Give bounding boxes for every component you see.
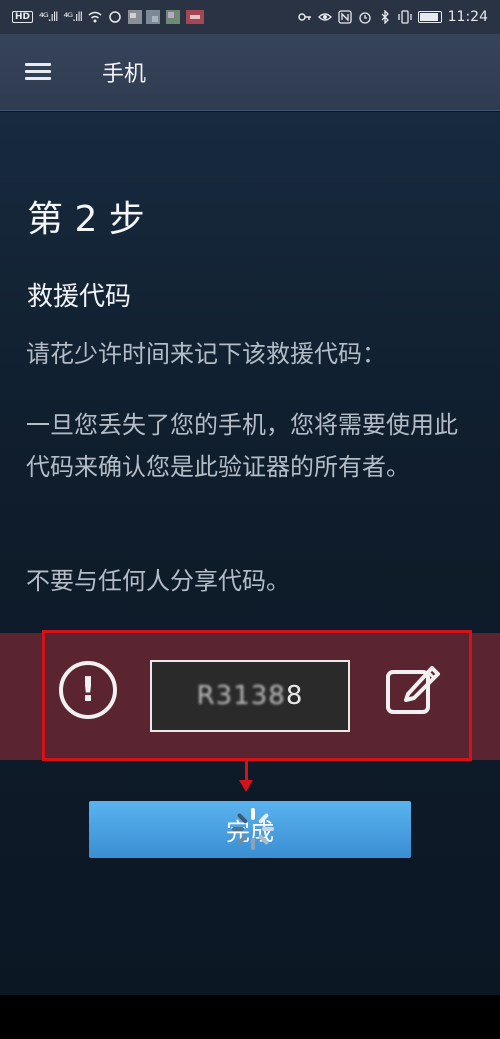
- bluetooth-icon: [381, 10, 389, 24]
- warning-text: 不要与任何人分享代码。: [26, 567, 290, 595]
- vibrate-icon: [397, 10, 412, 24]
- main-content: 第 2 步 救援代码 请花少许时间来记下该救援代码： 一旦您丢失了您的手机，您将…: [0, 112, 500, 995]
- signal-icon-2: ⁴ᴳ.ıll: [63, 10, 84, 24]
- app-notification-icons: [127, 10, 204, 24]
- rescue-code-last-char: 8: [285, 681, 304, 711]
- key-icon: [297, 13, 311, 21]
- eye-icon: [317, 13, 332, 21]
- exclamation-icon[interactable]: !: [59, 661, 117, 719]
- alarm-icon: [358, 12, 371, 24]
- signal-icon-1: ⁴ᴳ.ıll: [39, 10, 59, 24]
- status-bar: HD ⁴ᴳ.ıll ⁴ᴳ.ıll 11:24: [0, 0, 500, 34]
- instruction-text: 请花少许时间来记下该救援代码：: [26, 340, 386, 368]
- section-title: 救援代码: [27, 282, 132, 312]
- notification-icon: [109, 11, 121, 23]
- system-nav-bar: [0, 995, 500, 1039]
- exclamation-symbol: !: [80, 670, 96, 710]
- rescue-code-blurred: R3138: [196, 681, 286, 711]
- hamburger-icon: [25, 63, 51, 81]
- app-bar: 手机: [0, 34, 500, 111]
- annotation-arrow-head: [239, 780, 253, 792]
- wifi-icon: [88, 11, 102, 23]
- page-title: 手机: [102, 62, 147, 87]
- step-title: 第 2 步: [27, 199, 145, 240]
- edit-icon[interactable]: [382, 658, 444, 720]
- clock: 11:24: [447, 9, 488, 25]
- loading-spinner-icon: [232, 808, 274, 850]
- nfc-icon: [337, 10, 352, 24]
- hamburger-menu-button[interactable]: [0, 34, 80, 111]
- status-bar-right: 11:24: [297, 9, 488, 25]
- battery-icon: [417, 11, 442, 23]
- rescue-code-display: R3138 8: [150, 660, 350, 732]
- status-bar-left: HD ⁴ᴳ.ıll ⁴ᴳ.ıll: [12, 10, 206, 24]
- explanation-text: 一旦您丢失了您的手机，您将需要使用此代码来确认您是此验证器的所有者。: [26, 411, 458, 481]
- hd-badge: HD: [12, 11, 34, 23]
